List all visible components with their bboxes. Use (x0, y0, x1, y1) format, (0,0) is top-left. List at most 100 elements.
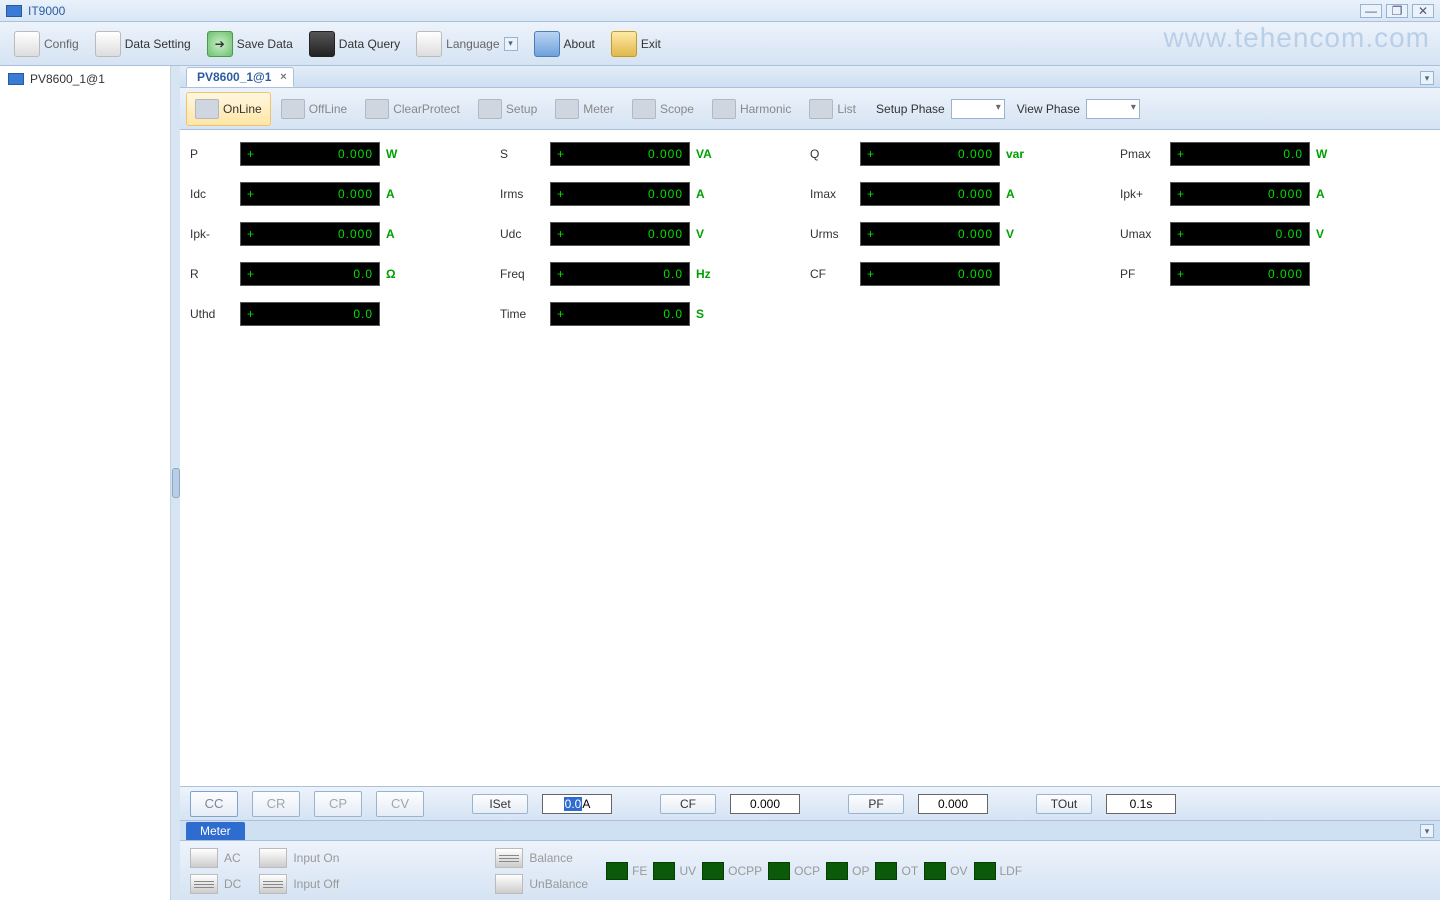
setup-phase-combo[interactable] (951, 99, 1005, 119)
reading-label: Uthd (190, 307, 240, 321)
offline-button[interactable]: OffLine (273, 92, 355, 126)
meter-tab[interactable]: Meter (186, 822, 245, 840)
pf-value[interactable]: 0.000 (918, 794, 988, 814)
chevron-down-icon[interactable]: ▾ (504, 37, 518, 51)
reading-label: Irms (500, 187, 550, 201)
tab-overflow-button[interactable]: ▾ (1420, 71, 1434, 85)
reading-unit: A (1310, 187, 1340, 201)
harmonic-button[interactable]: Harmonic (704, 92, 799, 126)
cr-mode-button[interactable]: CR (252, 791, 300, 817)
reading-unit: VA (690, 147, 720, 161)
tree-node[interactable]: PV8600_1@1 (4, 70, 166, 88)
clearprotect-label: ClearProtect (393, 102, 460, 116)
harmonic-icon (712, 99, 736, 119)
tab-close-icon[interactable]: × (277, 71, 289, 83)
cc-mode-button[interactable]: CC (190, 791, 238, 817)
status-bar: AC DC Input On Input Off Balance UnBalan… (180, 840, 1440, 900)
reading-unit: A (690, 187, 720, 201)
reading-label: Idc (190, 187, 240, 201)
online-button[interactable]: OnLine (186, 92, 271, 126)
config-label: Config (44, 37, 79, 51)
reading-unit: W (380, 147, 410, 161)
cf-button[interactable]: CF (660, 794, 716, 814)
meter-button[interactable]: Meter (547, 92, 622, 126)
splitter-grip-icon (172, 468, 180, 498)
reading-value: +0.000 (1170, 182, 1310, 206)
indicator-lamp-icon (974, 862, 996, 880)
device-tab[interactable]: PV8600_1@1 × (186, 67, 294, 87)
reading-value: +0.000 (240, 222, 380, 246)
data-setting-button[interactable]: Data Setting (87, 26, 199, 62)
iset-button[interactable]: ISet (472, 794, 528, 814)
meter-overflow-button[interactable]: ▾ (1420, 824, 1434, 838)
reading-value: +0.000 (860, 142, 1000, 166)
meter-icon (555, 99, 579, 119)
reading-value: +0.000 (550, 142, 690, 166)
reading-label: Q (810, 147, 860, 161)
exit-label: Exit (641, 37, 661, 51)
indicator-lamp-icon (702, 862, 724, 880)
reading-unit: A (380, 227, 410, 241)
input-toggle: Input On Input Off (259, 848, 339, 894)
exit-button[interactable]: Exit (603, 26, 669, 62)
indicator-lamp-icon (924, 862, 946, 880)
reading-label: Umax (1120, 227, 1170, 241)
minimize-button[interactable]: — (1360, 4, 1382, 18)
close-button[interactable]: ✕ (1412, 4, 1434, 18)
reading-label: S (500, 147, 550, 161)
online-label: OnLine (223, 102, 262, 116)
titlebar: IT9000 — ❐ ✕ (0, 0, 1440, 22)
reading-value: +0.000 (1170, 262, 1310, 286)
save-data-label: Save Data (237, 37, 293, 51)
list-button[interactable]: List (801, 92, 864, 126)
balance-icon (495, 848, 523, 868)
reading-value: +0.0 (240, 262, 380, 286)
data-query-button[interactable]: Data Query (301, 26, 408, 62)
dc-option[interactable]: DC (190, 874, 241, 894)
save-data-button[interactable]: ➔ Save Data (199, 26, 301, 62)
reading-label: Time (500, 307, 550, 321)
indicator-ocpp: OCPP (702, 862, 762, 880)
maximize-button[interactable]: ❐ (1386, 4, 1408, 18)
pf-button[interactable]: PF (848, 794, 904, 814)
cv-mode-button[interactable]: CV (376, 791, 424, 817)
clearprotect-button[interactable]: ClearProtect (357, 92, 468, 126)
reading-label: Pmax (1120, 147, 1170, 161)
about-button[interactable]: About (526, 26, 603, 62)
indicator-lamp-icon (653, 862, 675, 880)
reading-unit: W (1310, 147, 1340, 161)
reading-label: Ipk- (190, 227, 240, 241)
reading-label: PF (1120, 267, 1170, 281)
cf-value[interactable]: 0.000 (730, 794, 800, 814)
unbalance-option[interactable]: UnBalance (495, 874, 588, 894)
input-on-option[interactable]: Input On (259, 848, 339, 868)
view-phase-combo[interactable] (1086, 99, 1140, 119)
indicator-lamp-icon (826, 862, 848, 880)
indicator-lamp-icon (606, 862, 628, 880)
reading-unit: var (1000, 147, 1030, 161)
save-data-icon: ➔ (207, 31, 233, 57)
indicator-lamp-icon (768, 862, 790, 880)
view-phase-label: View Phase (1017, 102, 1080, 116)
config-button[interactable]: Config (6, 26, 87, 62)
splitter[interactable] (171, 66, 180, 900)
reading-label: Ipk+ (1120, 187, 1170, 201)
input-off-option[interactable]: Input Off (259, 874, 339, 894)
tout-button[interactable]: TOut (1036, 794, 1092, 814)
tout-value[interactable]: 0.1s (1106, 794, 1176, 814)
reading-unit: A (380, 187, 410, 201)
iset-value[interactable]: 0.0A (542, 794, 612, 814)
scope-button[interactable]: Scope (624, 92, 702, 126)
data-query-label: Data Query (339, 37, 400, 51)
setup-button[interactable]: Setup (470, 92, 545, 126)
cp-mode-button[interactable]: CP (314, 791, 362, 817)
language-button[interactable]: Language▾ (408, 26, 525, 62)
dc-icon (190, 874, 218, 894)
indicator-ot: OT (875, 862, 918, 880)
setup-label: Setup (506, 102, 537, 116)
balance-toggle: Balance UnBalance (495, 848, 588, 894)
balance-option[interactable]: Balance (495, 848, 588, 868)
ac-option[interactable]: AC (190, 848, 241, 868)
indicator-ldf: LDF (974, 862, 1023, 880)
reading-unit: V (1310, 227, 1340, 241)
